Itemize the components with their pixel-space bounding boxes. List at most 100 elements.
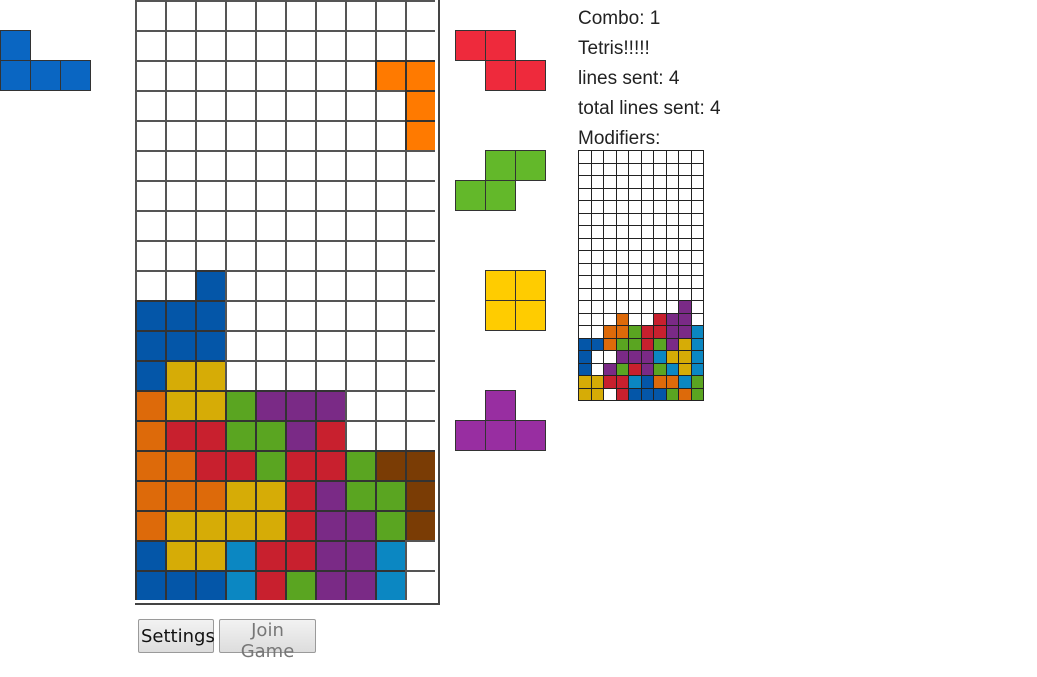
minimap-cell-empty — [665, 212, 679, 226]
minimap-cell-empty — [653, 150, 667, 164]
board-cell-filled — [315, 480, 345, 510]
board-cell-empty — [255, 180, 285, 210]
board-cell-empty — [405, 570, 435, 600]
minimap-cell-empty — [590, 325, 604, 339]
join-game-button[interactable]: Join Game — [219, 619, 316, 662]
opponent-minimap — [578, 150, 705, 403]
piece-block — [0, 30, 31, 61]
minimap-cell-empty — [640, 225, 654, 239]
minimap-cell-filled — [690, 350, 704, 364]
minimap-cell-filled — [653, 387, 667, 401]
board-cell-empty — [375, 300, 405, 330]
board-cell-empty — [315, 210, 345, 240]
piece-block — [455, 420, 486, 451]
minimap-cell-filled — [615, 337, 629, 351]
minimap-cell-empty — [615, 287, 629, 301]
minimap-cell-empty — [653, 275, 667, 289]
board-cell-filled — [225, 390, 255, 420]
minimap-cell-empty — [640, 312, 654, 326]
piece-block — [0, 60, 31, 91]
minimap-cell-empty — [578, 200, 592, 214]
minimap-cell-filled — [665, 337, 679, 351]
board-cell-filled — [135, 330, 165, 360]
piece-block — [515, 60, 546, 91]
board-cell-empty — [345, 210, 375, 240]
board-cell-empty — [135, 210, 165, 240]
minimap-cell-filled — [590, 337, 604, 351]
board-cell-filled — [135, 480, 165, 510]
minimap-cell-empty — [590, 212, 604, 226]
board-cell-filled — [135, 540, 165, 570]
minimap-cell-filled — [640, 337, 654, 351]
piece-block — [485, 150, 516, 181]
minimap-cell-empty — [678, 262, 692, 276]
minimap-cell-empty — [678, 150, 692, 164]
piece-block — [485, 420, 516, 451]
minimap-cell-empty — [653, 250, 667, 264]
board-cell-filled — [195, 330, 225, 360]
minimap-cell-empty — [578, 150, 592, 164]
minimap-cell-empty — [590, 225, 604, 239]
minimap-cell-filled — [615, 350, 629, 364]
minimap-cell-filled — [603, 325, 617, 339]
board-cell-empty — [165, 210, 195, 240]
board-cell-filled — [135, 360, 165, 390]
minimap-cell-filled — [665, 325, 679, 339]
minimap-cell-empty — [690, 237, 704, 251]
board-cell-empty — [165, 270, 195, 300]
minimap-cell-empty — [578, 225, 592, 239]
minimap-cell-empty — [640, 200, 654, 214]
board-cell-empty — [165, 120, 195, 150]
board-cell-filled — [225, 420, 255, 450]
board-cell-filled — [375, 570, 405, 600]
board-cell-empty — [345, 120, 375, 150]
board-cell-empty — [195, 120, 225, 150]
minimap-cell-empty — [628, 162, 642, 176]
minimap-cell-filled — [628, 362, 642, 376]
board-cell-filled — [345, 570, 375, 600]
board-cell-empty — [375, 390, 405, 420]
minimap-cell-filled — [653, 337, 667, 351]
piece-block — [485, 300, 516, 331]
minimap-cell-empty — [603, 312, 617, 326]
minimap-cell-filled — [690, 325, 704, 339]
board-cell-filled — [135, 420, 165, 450]
minimap-cell-empty — [603, 175, 617, 189]
board-cell-filled — [285, 540, 315, 570]
minimap-cell-empty — [578, 162, 592, 176]
board-cell-empty — [195, 180, 225, 210]
board-cell-empty — [315, 0, 345, 30]
minimap-cell-empty — [628, 262, 642, 276]
board-cell-empty — [345, 420, 375, 450]
board-cell-empty — [135, 60, 165, 90]
minimap-cell-empty — [603, 225, 617, 239]
piece-block — [485, 270, 516, 301]
board-cell-filled — [195, 420, 225, 450]
minimap-cell-filled — [653, 375, 667, 389]
board-cell-empty — [195, 0, 225, 30]
minimap-cell-empty — [690, 312, 704, 326]
settings-button[interactable]: Settings — [138, 619, 215, 653]
board-cell-filled — [285, 570, 315, 600]
minimap-cell-filled — [665, 387, 679, 401]
board-cell-filled — [165, 300, 195, 330]
minimap-cell-empty — [603, 150, 617, 164]
minimap-cell-empty — [628, 175, 642, 189]
board-cell-empty — [345, 180, 375, 210]
board-cell-empty — [375, 420, 405, 450]
minimap-cell-empty — [640, 275, 654, 289]
minimap-cell-empty — [578, 287, 592, 301]
board-cell-filled — [195, 270, 225, 300]
minimap-cell-empty — [678, 187, 692, 201]
next-piece-z — [455, 30, 548, 93]
minimap-cell-empty — [603, 262, 617, 276]
board-cell-empty — [225, 30, 255, 60]
minimap-cell-filled — [678, 387, 692, 401]
board-cell-filled — [375, 480, 405, 510]
board-cell-filled — [165, 480, 195, 510]
minimap-cell-empty — [615, 225, 629, 239]
minimap-cell-empty — [615, 262, 629, 276]
board-cell-empty — [405, 390, 435, 420]
minimap-cell-empty — [653, 287, 667, 301]
minimap-cell-filled — [603, 362, 617, 376]
